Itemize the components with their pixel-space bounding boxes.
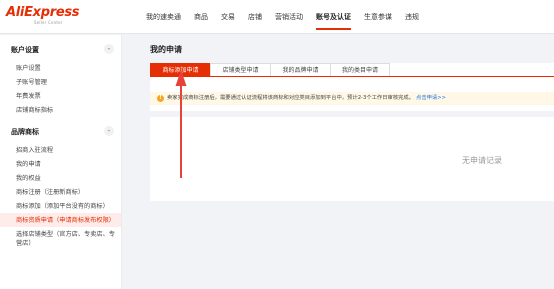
notice-message: 卖家完成商标注册后，需要通过认证流程将该商标和对应类目添加到平台中，预计2-3个… xyxy=(167,95,415,101)
page-title: 我的申请 xyxy=(150,45,182,54)
sidebar-item-onboarding[interactable]: 招商入驻流程 xyxy=(0,143,121,157)
sidebar-section-account[interactable]: 账户设置 - xyxy=(0,35,121,61)
top-bar: AliExpress Seller Center 我的速卖通 商品 交易 店铺 … xyxy=(0,0,554,34)
logo-text: AliExpress xyxy=(6,5,80,20)
sidebar-item-trademark-qualification[interactable]: 商标资质申请（申请商标发布权限） xyxy=(0,213,121,227)
tab-my-brand-application[interactable]: 我的品牌申请 xyxy=(270,63,330,77)
sidebar-section-title: 账户设置 xyxy=(11,46,39,54)
collapse-icon[interactable]: - xyxy=(104,44,114,54)
apply-link[interactable]: 点击申请>> xyxy=(416,95,446,101)
aliexpress-logo[interactable]: AliExpress Seller Center xyxy=(6,5,80,28)
sidebar-item-trademark-add[interactable]: 商标添加（添加平台没有的商标） xyxy=(0,199,121,213)
sidebar-item-my-rights[interactable]: 我的权益 xyxy=(0,171,121,185)
sidebar-section-brand[interactable]: 品牌商标 - xyxy=(0,117,121,143)
tab-store-type-application[interactable]: 店铺类型申请 xyxy=(210,63,270,77)
collapse-icon[interactable]: - xyxy=(104,126,114,136)
tab-my-category-application[interactable]: 我的类目申请 xyxy=(330,63,390,77)
sidebar-item-trademark-register[interactable]: 商标注册（注册新商标） xyxy=(0,185,121,199)
logo-subtitle: Seller Center xyxy=(34,20,63,25)
nav-item-account[interactable]: 账号及认证 xyxy=(316,0,351,34)
tab-bar: 商标添加申请 店铺类型申请 我的品牌申请 我的类目申请 xyxy=(150,63,390,77)
results-panel: 无申请记录 xyxy=(150,117,554,201)
info-icon: ! xyxy=(157,95,164,102)
main-content: 我的申请 商标添加申请 店铺类型申请 我的品牌申请 我的类目申请 ! 卖家完成商… xyxy=(139,35,554,289)
notice-text: 卖家完成商标注册后，需要通过认证流程将该商标和对应类目添加到平台中，预计2-3个… xyxy=(167,95,446,102)
tab-underline xyxy=(150,76,554,77)
notice-bar: ! 卖家完成商标注册后，需要通过认证流程将该商标和对应类目添加到平台中，预计2-… xyxy=(150,92,554,105)
nav-item-products[interactable]: 商品 xyxy=(194,0,208,34)
sidebar-item-sub-accounts[interactable]: 子账号管理 xyxy=(0,75,121,89)
sidebar-item-annual-invoice[interactable]: 年费发票 xyxy=(0,89,121,103)
nav-item-business-advisor[interactable]: 生意参谋 xyxy=(364,0,392,34)
tab-trademark-add-application[interactable]: 商标添加申请 xyxy=(150,63,210,77)
sidebar-item-account-settings[interactable]: 账户设置 xyxy=(0,61,121,75)
empty-state-text: 无申请记录 xyxy=(462,156,502,165)
nav-item-violations[interactable]: 违规 xyxy=(405,0,419,34)
sidebar-item-store-metrics[interactable]: 店铺商标指标 xyxy=(0,103,121,117)
main-nav: 我的速卖通 商品 交易 店铺 营销活动 账号及认证 生意参谋 违规 xyxy=(146,0,432,34)
sidebar-item-store-type[interactable]: 选择店铺类型（官方店、专卖店、专营店） xyxy=(0,227,121,250)
sidebar: 账户设置 - 账户设置 子账号管理 年费发票 店铺商标指标 品牌商标 - 招商入… xyxy=(0,35,122,289)
nav-item-my-aliexpress[interactable]: 我的速卖通 xyxy=(146,0,181,34)
nav-item-store[interactable]: 店铺 xyxy=(248,0,262,34)
sidebar-section-title: 品牌商标 xyxy=(11,128,39,136)
nav-item-marketing[interactable]: 营销活动 xyxy=(275,0,303,34)
sidebar-item-my-applications[interactable]: 我的申请 xyxy=(0,157,121,171)
nav-item-orders[interactable]: 交易 xyxy=(221,0,235,34)
